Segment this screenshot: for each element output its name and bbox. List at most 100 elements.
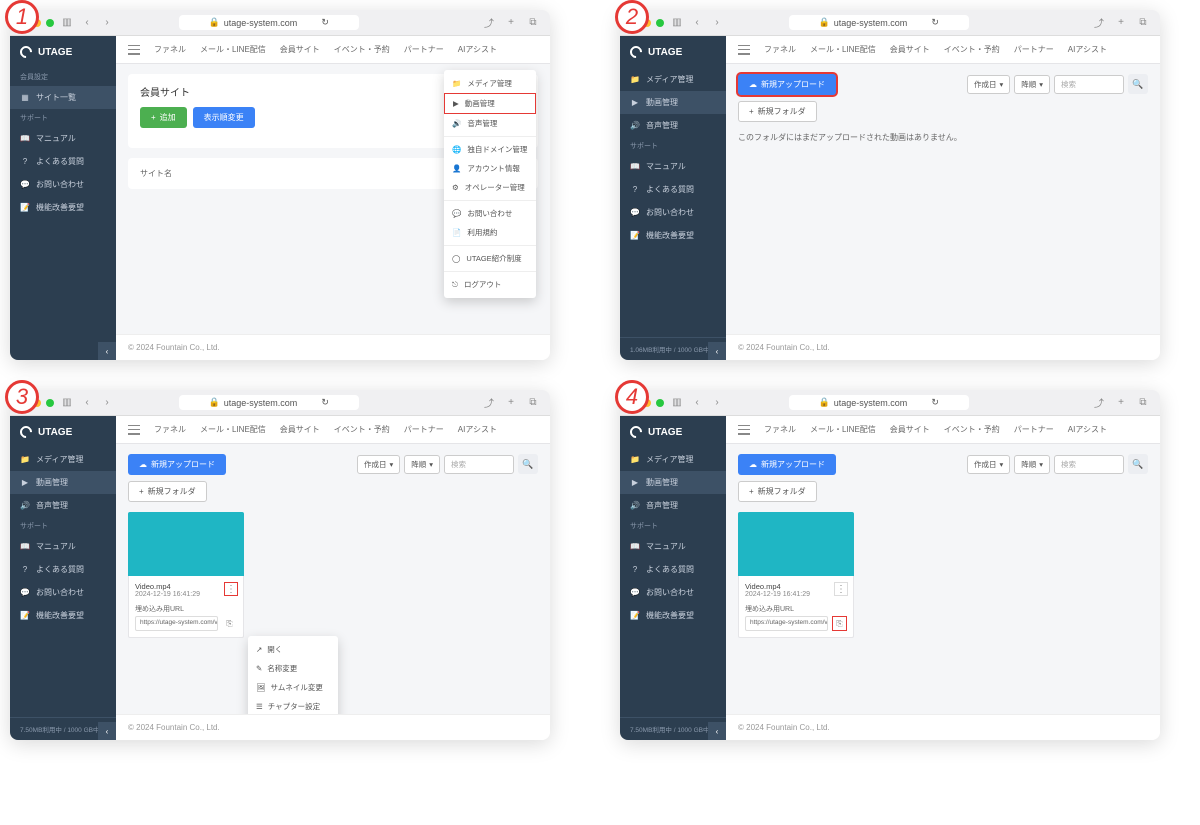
sidebar-item-media[interactable]: 📁メディア管理 <box>10 448 116 471</box>
embed-url-field[interactable]: https://utage-system.com/v <box>745 616 828 631</box>
nav-mail[interactable]: メール・LINE配信 <box>200 44 266 55</box>
share-icon[interactable]: ⤴ <box>482 16 496 30</box>
sidebar-toggle-icon[interactable]: ▥ <box>670 396 684 410</box>
nav-event[interactable]: イベント・予約 <box>334 424 390 435</box>
add-button[interactable]: + 追加 <box>140 107 187 128</box>
nav-ai[interactable]: AIアシスト <box>458 44 497 55</box>
tabs-icon[interactable]: ⧉ <box>1136 396 1150 410</box>
embed-url-field[interactable]: https://utage-system.com/v <box>135 616 218 631</box>
sidebar-item-feedback[interactable]: 📝機能改善要望 <box>620 224 726 247</box>
url-bar[interactable]: 🔒utage-system.com↻ <box>179 395 359 410</box>
max-dot[interactable] <box>656 399 664 407</box>
video-thumbnail[interactable] <box>738 512 854 576</box>
cm-chapter[interactable]: ☰チャプター設定 <box>248 697 338 714</box>
search-input[interactable]: 検索 <box>444 455 514 474</box>
new-folder-button[interactable]: + 新規フォルダ <box>738 481 817 502</box>
tabs-icon[interactable]: ⧉ <box>526 16 540 30</box>
cm-rename[interactable]: ✎名称変更 <box>248 659 338 678</box>
url-bar[interactable]: 🔒utage-system.com↻ <box>789 395 969 410</box>
share-icon[interactable]: ⤴ <box>482 396 496 410</box>
search-button[interactable]: 🔍 <box>1128 74 1148 94</box>
sidebar-item-video[interactable]: ▶動画管理 <box>10 471 116 494</box>
sidebar-item-contact[interactable]: 💬お問い合わせ <box>10 581 116 604</box>
url-bar[interactable]: 🔒utage-system.com↻ <box>179 15 359 30</box>
sort-field-select[interactable]: 作成日▾ <box>967 75 1010 94</box>
upload-button[interactable]: ☁新規アップロード <box>738 454 836 475</box>
nav-event[interactable]: イベント・予約 <box>334 44 390 55</box>
reload-icon[interactable]: ↻ <box>321 397 329 408</box>
nav-partner[interactable]: パートナー <box>404 44 444 55</box>
sidebar-item-faq[interactable]: ?よくある質問 <box>10 150 116 173</box>
upload-button[interactable]: ☁新規アップロード <box>128 454 226 475</box>
sidebar-item-feedback[interactable]: 📝機能改善要望 <box>10 604 116 627</box>
sidebar-item-manual[interactable]: 📖マニュアル <box>620 535 726 558</box>
sidebar-toggle-icon[interactable]: ▥ <box>60 396 74 410</box>
nav-member[interactable]: 会員サイト <box>890 424 930 435</box>
nav-event[interactable]: イベント・予約 <box>944 44 1000 55</box>
sidebar-item-audio[interactable]: 🔊音声管理 <box>620 114 726 137</box>
reload-icon[interactable]: ↻ <box>931 397 939 408</box>
sidebar-item-faq[interactable]: ?よくある質問 <box>620 178 726 201</box>
nav-funnel[interactable]: ファネル <box>154 44 186 55</box>
nav-mail[interactable]: メール・LINE配信 <box>810 44 876 55</box>
fwd-icon[interactable]: › <box>100 16 114 30</box>
hamburger-icon[interactable] <box>738 45 750 55</box>
nav-ai[interactable]: AIアシスト <box>458 424 497 435</box>
sidebar-item-audio[interactable]: 🔊音声管理 <box>10 494 116 517</box>
sidebar-item-audio[interactable]: 🔊音声管理 <box>620 494 726 517</box>
collapse-sidebar-icon[interactable]: ‹ <box>708 722 726 740</box>
nav-funnel[interactable]: ファネル <box>764 44 796 55</box>
sidebar-item-video[interactable]: ▶動画管理 <box>620 471 726 494</box>
sidebar-item-site-list[interactable]: ▦サイト一覧 <box>10 86 116 109</box>
sidebar-item-feedback[interactable]: 📝機能改善要望 <box>620 604 726 627</box>
hamburger-icon[interactable] <box>128 45 140 55</box>
cm-open[interactable]: ↗開く <box>248 640 338 659</box>
upload-button[interactable]: ☁新規アップロード <box>738 74 836 95</box>
dd-media[interactable]: 📁メディア管理 <box>444 74 536 93</box>
nav-funnel[interactable]: ファネル <box>154 424 186 435</box>
url-bar[interactable]: 🔒utage-system.com↻ <box>789 15 969 30</box>
reload-icon[interactable]: ↻ <box>321 17 329 28</box>
search-button[interactable]: 🔍 <box>1128 454 1148 474</box>
dd-logout[interactable]: ⎋ログアウト <box>444 275 536 294</box>
dd-video[interactable]: ▶動画管理 <box>444 93 536 114</box>
nav-member[interactable]: 会員サイト <box>280 44 320 55</box>
sort-dir-select[interactable]: 降順▾ <box>404 455 440 474</box>
nav-mail[interactable]: メール・LINE配信 <box>810 424 876 435</box>
back-icon[interactable]: ‹ <box>80 396 94 410</box>
cm-thumbnail[interactable]: 🖼サムネイル変更 <box>248 678 338 697</box>
dd-audio[interactable]: 🔊音声管理 <box>444 114 536 133</box>
nav-ai[interactable]: AIアシスト <box>1068 44 1107 55</box>
nav-mail[interactable]: メール・LINE配信 <box>200 424 266 435</box>
plus-icon[interactable]: + <box>1114 16 1128 30</box>
dd-referral[interactable]: ◯UTAGE紹介制度 <box>444 249 536 268</box>
back-icon[interactable]: ‹ <box>690 16 704 30</box>
back-icon[interactable]: ‹ <box>690 396 704 410</box>
dd-domain[interactable]: 🌐独自ドメイン管理 <box>444 140 536 159</box>
tabs-icon[interactable]: ⧉ <box>1136 16 1150 30</box>
share-icon[interactable]: ⤴ <box>1092 396 1106 410</box>
copy-button[interactable]: ⎘ <box>832 616 847 631</box>
max-dot[interactable] <box>46 19 54 27</box>
sidebar-item-manual[interactable]: 📖マニュアル <box>10 535 116 558</box>
nav-partner[interactable]: パートナー <box>1014 44 1054 55</box>
sidebar-item-media[interactable]: 📁メディア管理 <box>620 68 726 91</box>
sidebar-item-video[interactable]: ▶動画管理 <box>620 91 726 114</box>
sidebar-item-manual[interactable]: 📖マニュアル <box>10 127 116 150</box>
reload-icon[interactable]: ↻ <box>931 17 939 28</box>
fwd-icon[interactable]: › <box>100 396 114 410</box>
back-icon[interactable]: ‹ <box>80 16 94 30</box>
share-icon[interactable]: ⤴ <box>1092 16 1106 30</box>
plus-icon[interactable]: + <box>504 16 518 30</box>
sidebar-item-feedback[interactable]: 📝機能改善要望 <box>10 196 116 219</box>
nav-ai[interactable]: AIアシスト <box>1068 424 1107 435</box>
nav-funnel[interactable]: ファネル <box>764 424 796 435</box>
max-dot[interactable] <box>46 399 54 407</box>
sort-dir-select[interactable]: 降順▾ <box>1014 75 1050 94</box>
search-button[interactable]: 🔍 <box>518 454 538 474</box>
nav-event[interactable]: イベント・予約 <box>944 424 1000 435</box>
tabs-icon[interactable]: ⧉ <box>526 396 540 410</box>
new-folder-button[interactable]: + 新規フォルダ <box>128 481 207 502</box>
hamburger-icon[interactable] <box>128 425 140 435</box>
copy-button[interactable]: ⎘ <box>222 616 237 631</box>
